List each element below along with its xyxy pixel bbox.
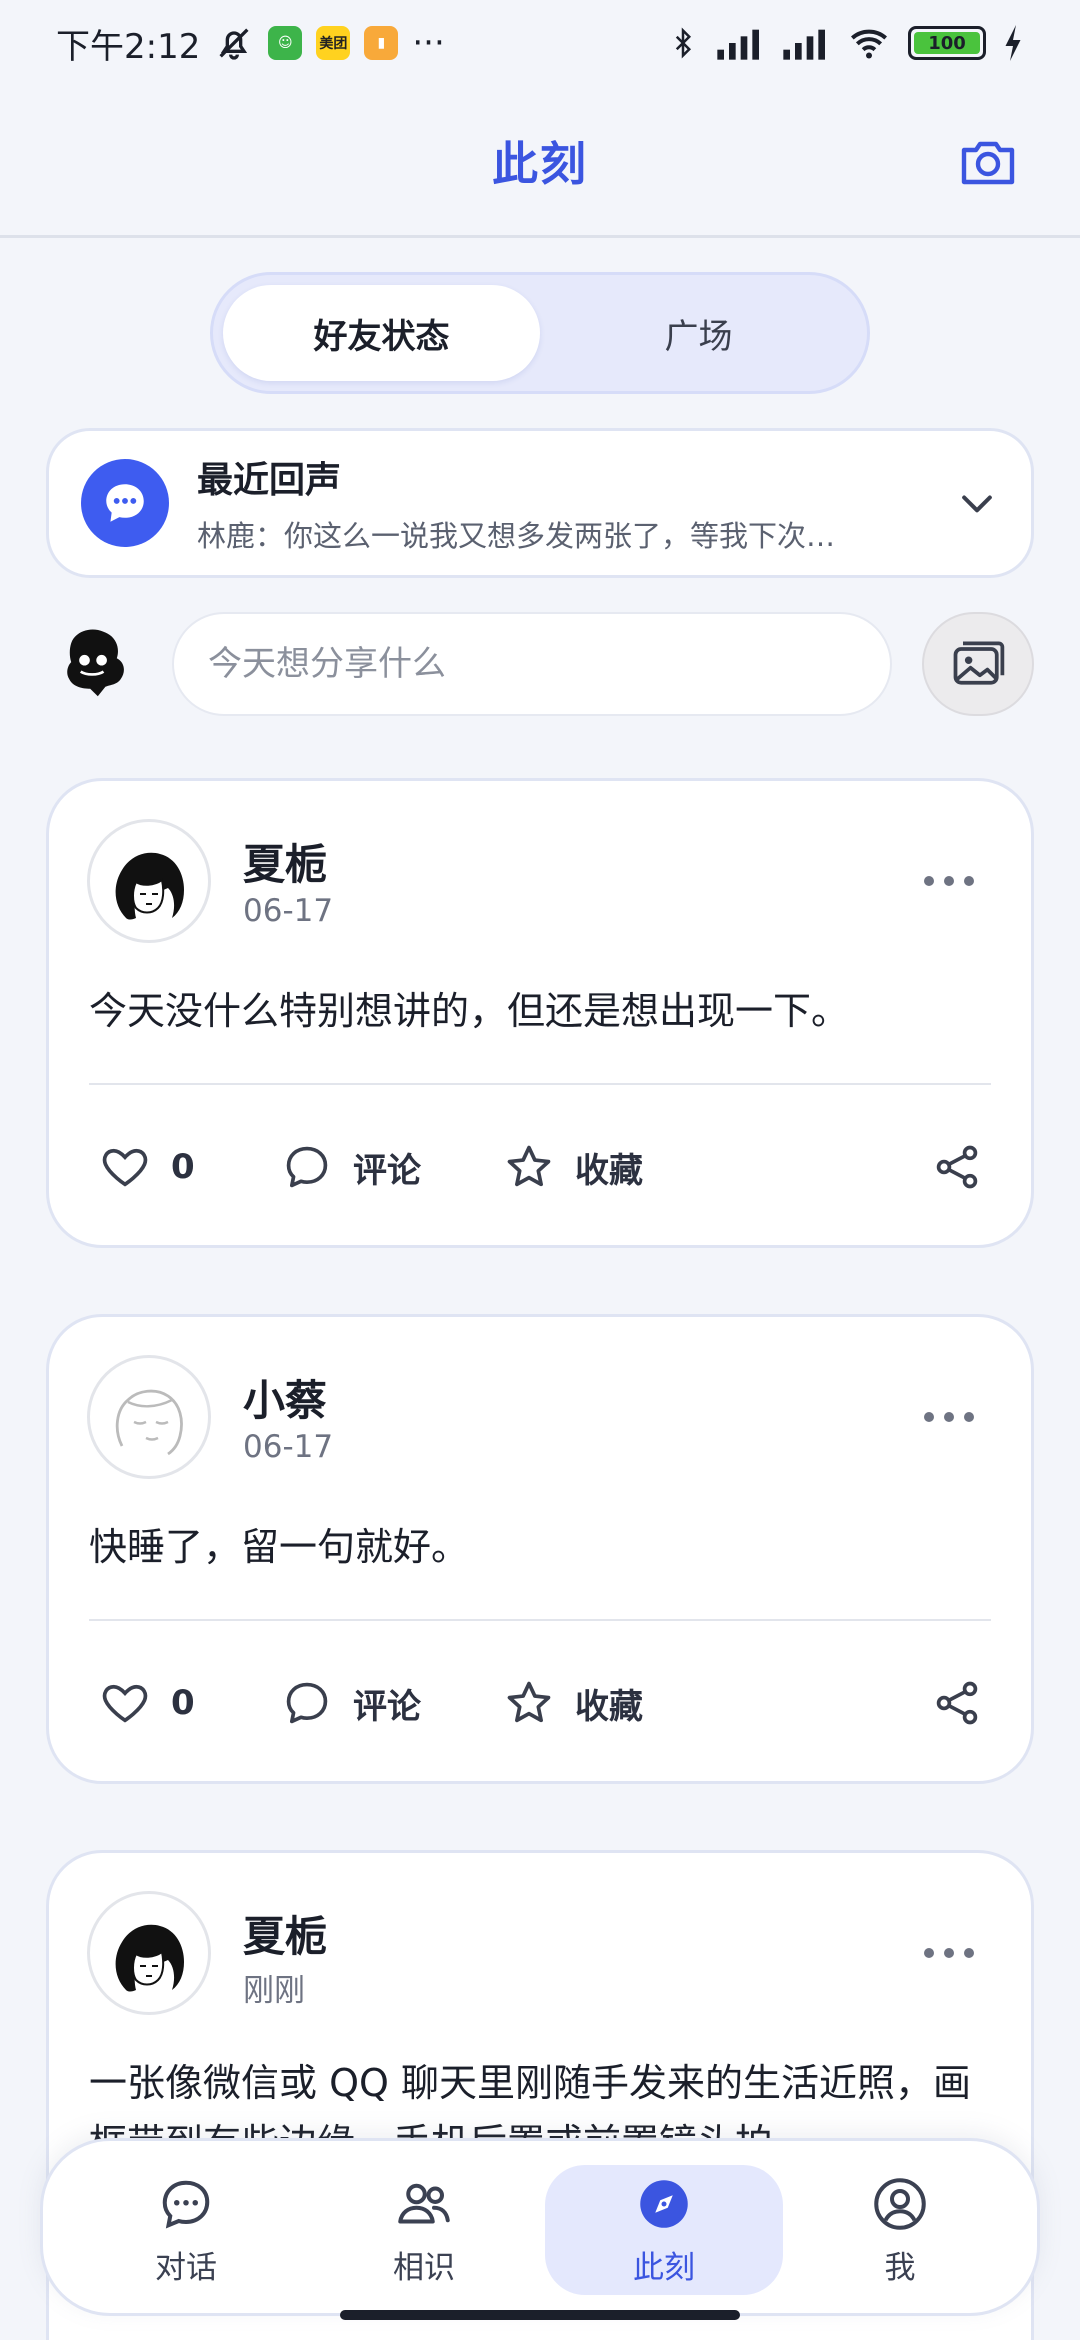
star-icon: [507, 1145, 551, 1187]
favorite-button[interactable]: 收藏: [503, 1653, 643, 1753]
post-author[interactable]: 小蔡: [243, 1367, 327, 1428]
camera-icon[interactable]: [956, 130, 1020, 194]
favorite-label: 收藏: [575, 1686, 643, 1727]
more-icon[interactable]: [921, 1943, 977, 1963]
post-actions: 0 评论 收藏: [89, 1117, 991, 1217]
share-icon: [936, 1681, 978, 1725]
share-button[interactable]: [931, 1653, 983, 1753]
heart-icon: [102, 1684, 148, 1723]
echo-preview: 林鹿：你这么一说我又想多发两张了，等我下次…: [197, 519, 836, 553]
battery-indicator: 100: [908, 26, 986, 60]
comment-button[interactable]: 评论: [281, 1653, 421, 1753]
feed-tabs: 好友状态 广场: [210, 272, 870, 394]
favorite-button[interactable]: 收藏: [503, 1117, 643, 1217]
wifi-icon: [851, 29, 887, 59]
post-content: 快睡了，留一句就好。: [89, 1525, 470, 1569]
app-badge-icon: ☺: [268, 26, 303, 60]
status-bar: 下午2:12 ☺ 美团 ▮ ··· 100: [0, 0, 1080, 86]
divider: [89, 1619, 991, 1621]
comment-icon: [286, 1682, 328, 1724]
post-card: 夏栀 06-17 今天没什么特别想讲的，但还是想出现一下。 0 评论 收藏: [46, 778, 1034, 1248]
image-icon: [953, 641, 1005, 685]
post-time: 06-17: [243, 893, 334, 929]
like-count: 0: [171, 1683, 195, 1723]
app-header: 此刻: [0, 86, 1080, 238]
nav-chat-label: 对话: [155, 2249, 217, 2286]
people-icon: [398, 2183, 450, 2223]
post-author[interactable]: 夏栀: [243, 1903, 327, 1964]
post-actions: 0 评论 收藏: [89, 1653, 991, 1753]
nav-acquaintance-label: 相识: [393, 2249, 455, 2286]
post-card: 小蔡 06-17 快睡了，留一句就好。 0 评论 收藏: [46, 1314, 1034, 1784]
chat-dots-icon: [81, 459, 169, 547]
post-author[interactable]: 夏栀: [243, 831, 327, 892]
tab-square[interactable]: 广场: [540, 285, 857, 381]
signal-icon: [783, 29, 825, 60]
comment-button[interactable]: 评论: [281, 1117, 421, 1217]
avatar[interactable]: [87, 1891, 211, 2015]
nav-moments-label: 此刻: [633, 2249, 695, 2286]
post-time: 06-17: [243, 1429, 334, 1465]
nav-me[interactable]: 我: [781, 2165, 1019, 2295]
heart-icon: [102, 1148, 148, 1187]
meituan-badge: 美团: [316, 26, 351, 60]
divider: [89, 1083, 991, 1085]
comment-icon: [286, 1146, 328, 1188]
more-icon[interactable]: [921, 871, 977, 891]
nav-acquaintance[interactable]: 相识: [305, 2165, 543, 2295]
tab-friends-status[interactable]: 好友状态: [223, 285, 540, 381]
echo-title: 最近回声: [197, 460, 342, 501]
nav-me-label: 我: [884, 2249, 916, 2286]
share-button[interactable]: [931, 1117, 983, 1217]
post-content: 今天没什么特别想讲的，但还是想出现一下。: [89, 989, 850, 1033]
recent-echo-card[interactable]: 最近回声 林鹿：你这么一说我又想多发两张了，等我下次…: [46, 428, 1034, 578]
charging-icon: [1005, 25, 1021, 61]
nav-moments[interactable]: 此刻: [545, 2165, 783, 2295]
status-more: ···: [412, 23, 445, 63]
user-circle-icon: [874, 2177, 926, 2230]
share-icon: [936, 1145, 978, 1189]
composer: [0, 610, 1080, 720]
post-time: 刚刚: [243, 1973, 305, 2009]
like-button[interactable]: 0: [99, 1653, 195, 1753]
compass-icon: [640, 2179, 688, 2228]
app-badge-icon: ▮: [364, 26, 399, 60]
bottom-nav: 对话 相识 此刻 我: [40, 2138, 1040, 2316]
page-title: 此刻: [492, 136, 588, 191]
bluetooth-icon: [675, 27, 692, 59]
home-indicator[interactable]: [340, 2310, 740, 2320]
nav-chat[interactable]: 对话: [67, 2165, 305, 2295]
add-image-button[interactable]: [922, 612, 1034, 716]
like-count: 0: [171, 1147, 195, 1187]
star-icon: [507, 1681, 551, 1723]
status-time: 下午2:12: [56, 26, 201, 67]
chat-bubble-icon: [162, 2180, 210, 2229]
more-icon[interactable]: [921, 1407, 977, 1427]
favorite-label: 收藏: [575, 1150, 643, 1191]
avatar[interactable]: [87, 819, 211, 943]
my-avatar[interactable]: [56, 624, 132, 704]
mute-bell-icon: [219, 28, 249, 60]
signal-hd-icon: [717, 29, 759, 60]
like-button[interactable]: 0: [99, 1117, 195, 1217]
avatar[interactable]: [87, 1355, 211, 1479]
compose-input[interactable]: [172, 612, 892, 716]
comment-label: 评论: [353, 1686, 421, 1727]
chevron-down-icon[interactable]: [955, 481, 999, 525]
comment-label: 评论: [353, 1150, 421, 1191]
